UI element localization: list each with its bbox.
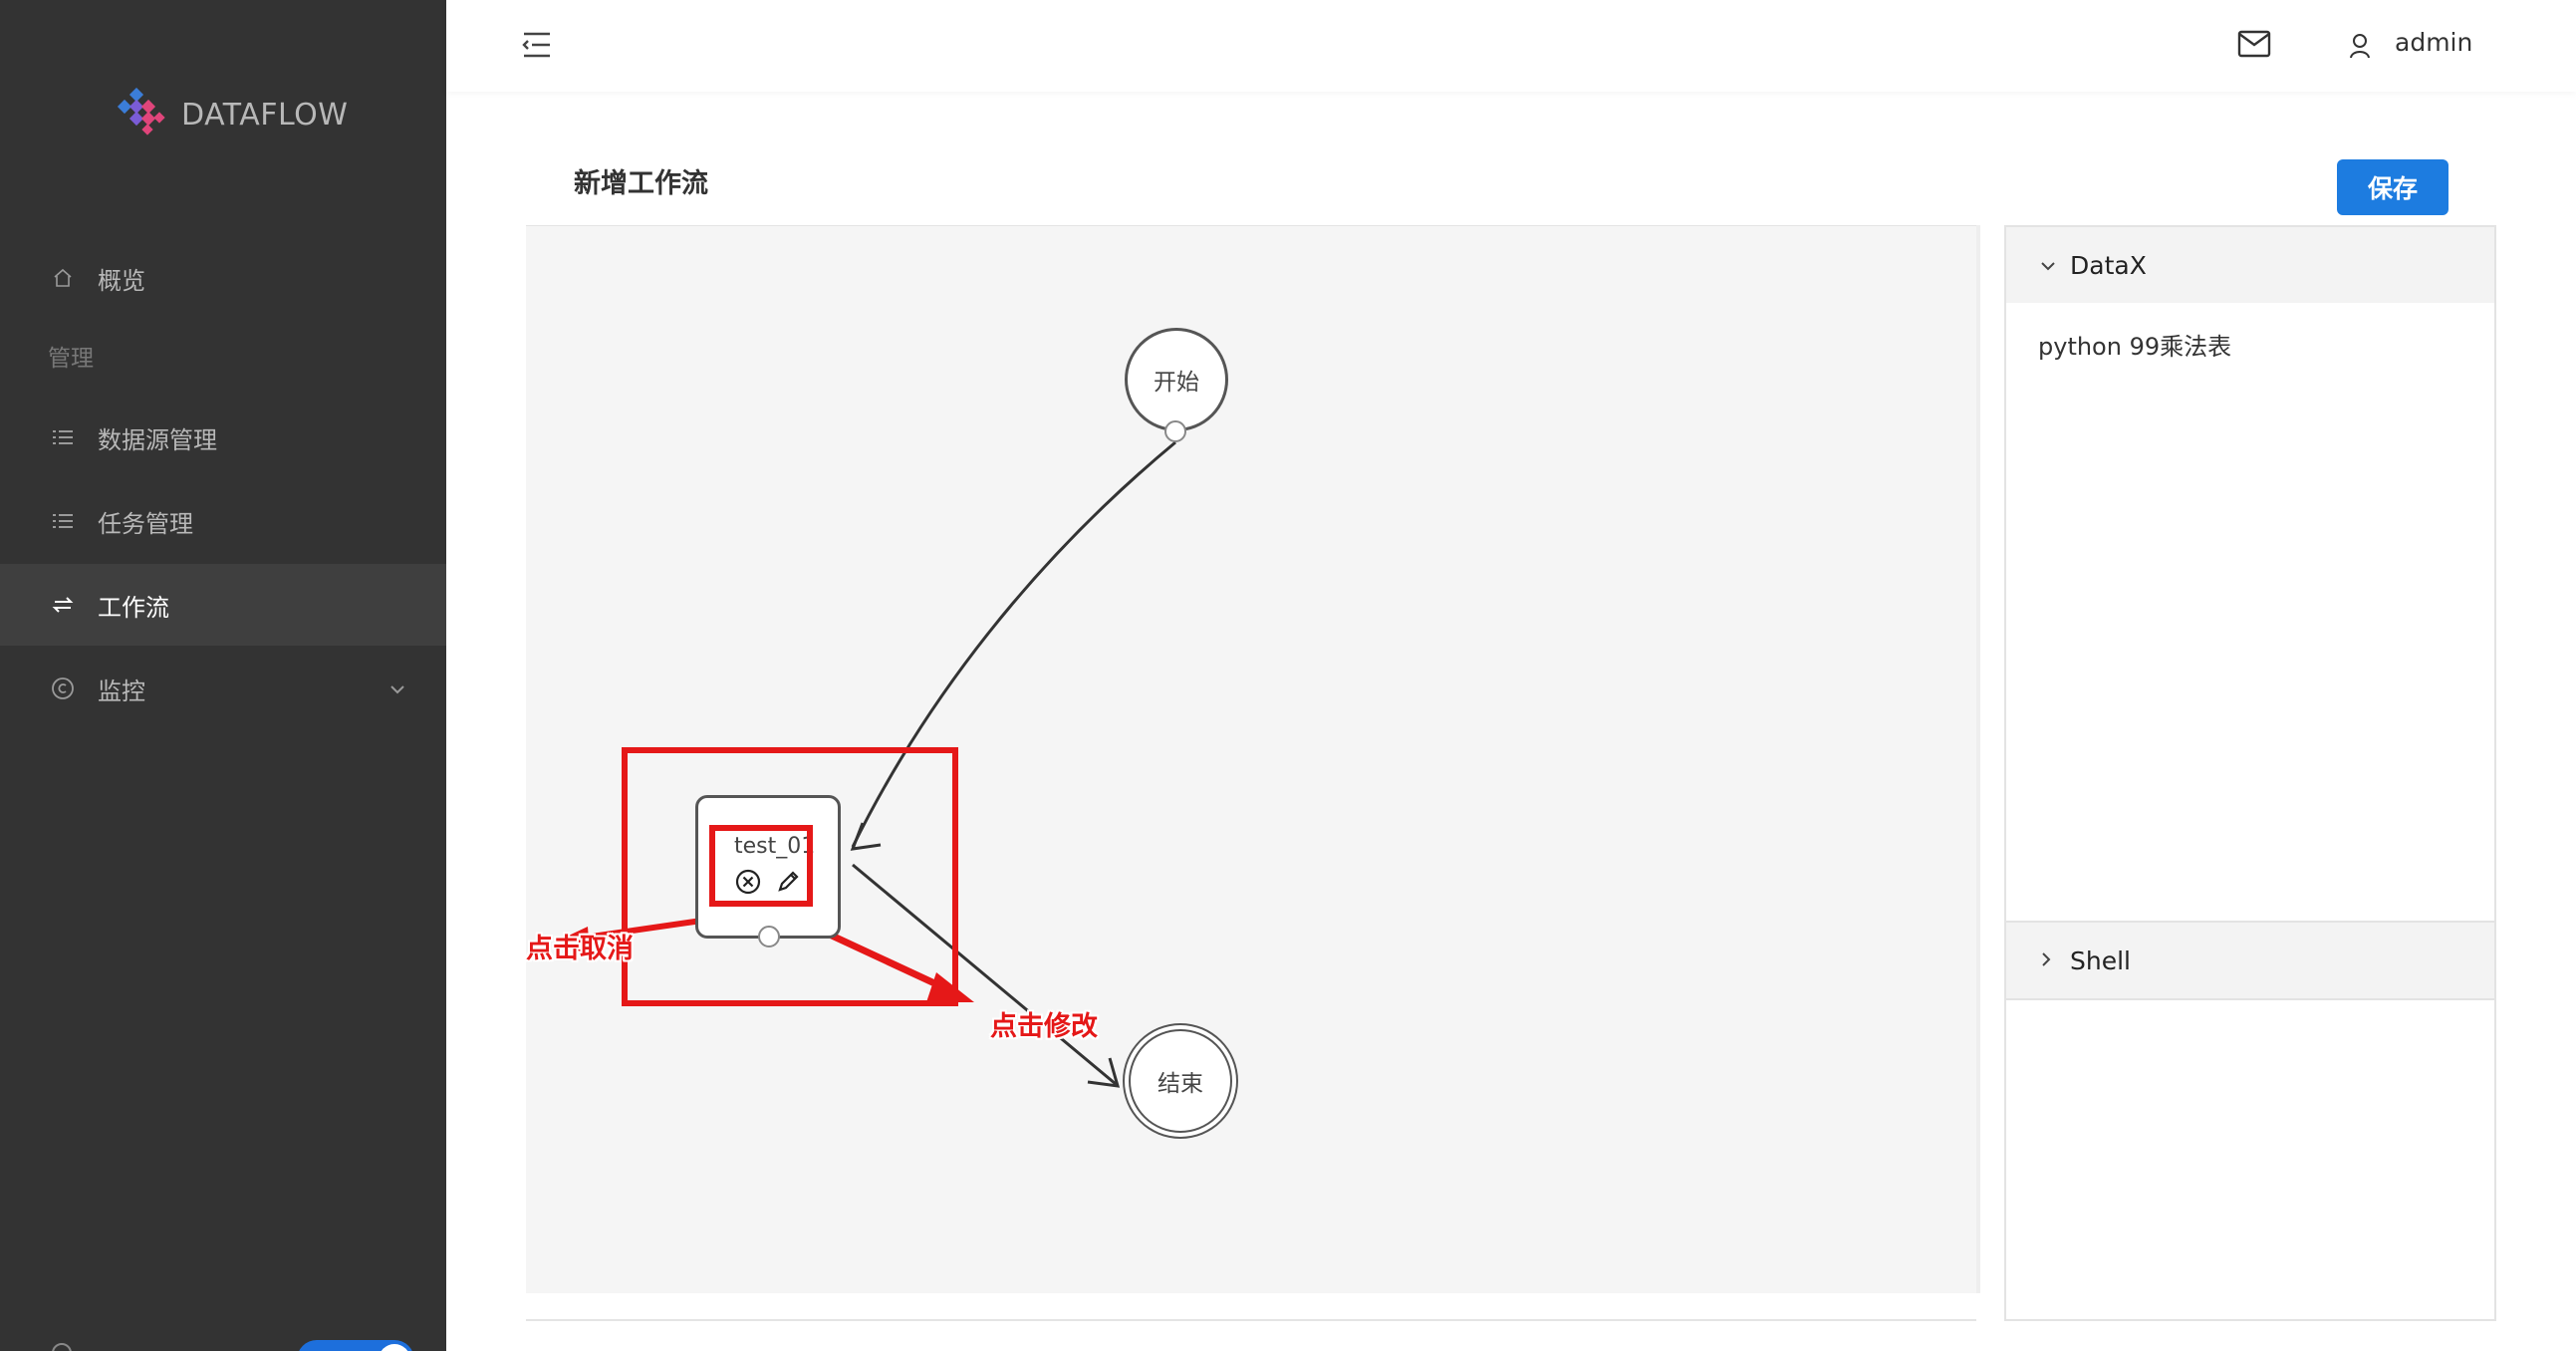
sidebar: DATAFLOW 概览 管理 数据源管理 任务管理 工作流 监控 (0, 0, 446, 1351)
page-title: 新增工作流 (574, 168, 708, 199)
canvas-scrollbar[interactable] (1976, 225, 1980, 1293)
chevron-down-icon (388, 676, 406, 700)
panel-section-shell[interactable]: Shell (2006, 923, 2494, 998)
theme-toggle[interactable] (297, 1340, 414, 1351)
logo-text: DATAFLOW (181, 97, 349, 133)
panel-section-title: DataX (2070, 250, 2147, 280)
menu-collapse-icon[interactable] (520, 28, 554, 62)
sidebar-item-label: 任务管理 (98, 509, 193, 538)
end-node[interactable]: 结束 (1129, 1029, 1232, 1133)
sidebar-item-label: 监控 (98, 676, 145, 705)
save-button[interactable]: 保存 (2337, 159, 2448, 215)
sidebar-item-monitor[interactable]: 监控 (0, 648, 446, 729)
sidebar-item-label: 工作流 (98, 593, 169, 622)
start-node-label: 开始 (1154, 370, 1199, 396)
annotation-highlight-icons (709, 825, 813, 907)
top-header: admin (446, 0, 2576, 92)
sidebar-item-datasource[interactable]: 数据源管理 (0, 397, 446, 478)
mail-icon[interactable] (2237, 30, 2271, 58)
start-node-port[interactable] (1164, 420, 1186, 442)
panel-section-datax[interactable]: DataX (2006, 227, 2494, 303)
sidebar-group-label: 管理 (48, 346, 94, 372)
annotation-cancel-label: 点击取消 (526, 934, 634, 964)
component-panel: DataX python 99乘法表 Shell (2004, 225, 2496, 1321)
sidebar-item-label: 数据源管理 (98, 425, 217, 454)
sidebar-item-workflow[interactable]: 工作流 (0, 564, 446, 646)
panel-divider (2006, 998, 2494, 1000)
chevron-down-icon (2040, 253, 2056, 277)
list-icon (50, 508, 76, 534)
panel-section-title: Shell (2070, 946, 2131, 975)
list-icon (50, 424, 76, 450)
panel-item-python99[interactable]: python 99乘法表 (2038, 327, 2231, 362)
sidebar-item-label: 概览 (98, 266, 145, 295)
user-icon (2350, 34, 2370, 59)
username[interactable]: admin (2395, 28, 2472, 57)
chevron-right-icon (2040, 948, 2052, 972)
sidebar-item-tasks[interactable]: 任务管理 (0, 480, 446, 562)
copyright-icon (50, 676, 76, 701)
home-icon (50, 265, 76, 291)
sidebar-item-overview[interactable]: 概览 (0, 237, 446, 319)
start-node[interactable]: 开始 (1125, 328, 1228, 431)
logo[interactable]: DATAFLOW (114, 88, 348, 141)
end-node-label: 结束 (1158, 1071, 1203, 1097)
canvas-bottom-border (526, 1319, 1976, 1321)
settings-icon[interactable] (52, 1343, 72, 1351)
toggle-knob (379, 1344, 410, 1351)
logo-icon (117, 88, 165, 135)
annotation-edit-label: 点击修改 (990, 1011, 1098, 1042)
swap-icon (50, 592, 76, 618)
